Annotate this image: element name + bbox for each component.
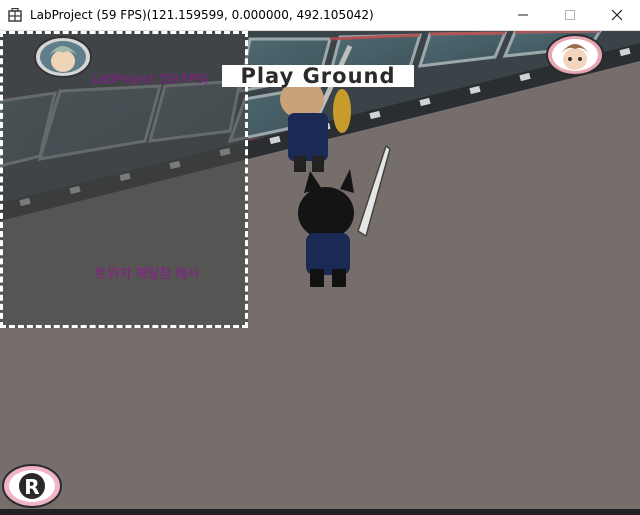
window-titlebar: LabProject (59 FPS)(121.159599, 0.000000… (0, 0, 640, 31)
minimize-icon (518, 14, 528, 16)
chat-fps-label: LabProject (59 FPS) (92, 72, 209, 86)
player-left-avatar[interactable] (33, 35, 93, 79)
maximize-icon (565, 10, 575, 20)
app-grid-icon (8, 8, 22, 22)
game-viewport[interactable]: LabProject (59 FPS) 트위치 채팅창 예시 Play Grou… (0, 31, 640, 515)
maximize-button[interactable] (547, 0, 593, 30)
close-button[interactable] (594, 0, 640, 30)
play-ground-banner: Play Ground (222, 64, 414, 88)
chat-example-label: 트위치 채팅창 예시 (95, 267, 199, 282)
character-swordsman-catear[interactable] (288, 141, 398, 291)
minimize-button[interactable] (500, 0, 546, 30)
record-label: R (24, 475, 39, 499)
player-right-avatar[interactable] (545, 33, 605, 77)
window-title: LabProject (59 FPS)(121.159599, 0.000000… (30, 8, 374, 22)
record-icon: R (2, 464, 62, 508)
record-button[interactable]: R (1, 463, 63, 509)
bottom-strip (0, 509, 640, 515)
close-icon (611, 9, 623, 21)
banner-title: Play Ground (240, 64, 396, 88)
